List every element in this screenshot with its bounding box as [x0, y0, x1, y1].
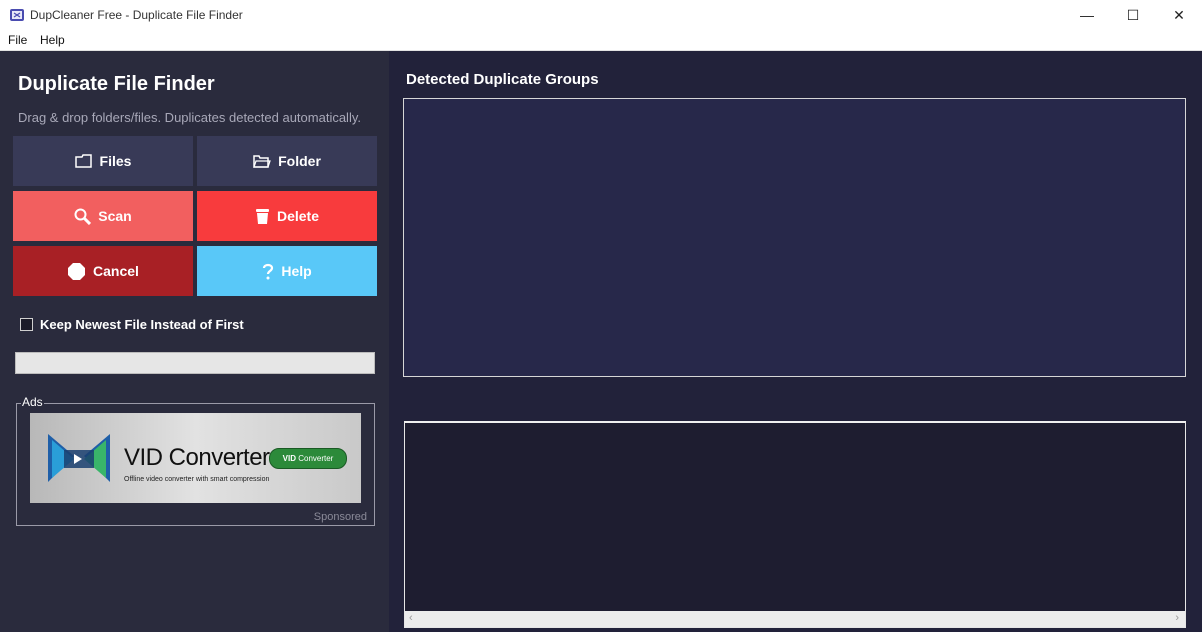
page-title: Duplicate File Finder	[18, 73, 215, 95]
ad-pill-text-a: VID	[282, 454, 296, 463]
duplicate-groups-list[interactable]	[403, 98, 1186, 377]
maximize-icon: ☐	[1126, 6, 1140, 23]
scroll-right-icon[interactable]: ›	[1175, 612, 1179, 624]
delete-button[interactable]: Delete	[197, 191, 377, 241]
title-bar: DupCleaner Free - Duplicate File Finder …	[0, 0, 1202, 30]
folder-icon	[74, 154, 93, 168]
right-panel: Detected Duplicate Groups ‹ ›	[389, 51, 1202, 632]
close-button[interactable]: ✕	[1156, 0, 1202, 30]
ads-label: Ads	[21, 395, 44, 409]
files-button[interactable]: Files	[13, 136, 193, 186]
app-icon	[9, 7, 25, 23]
magnifier-icon	[74, 208, 92, 225]
delete-button-label: Delete	[276, 208, 320, 224]
maximize-button[interactable]: ☐	[1110, 0, 1156, 30]
files-button-label: Files	[99, 153, 132, 169]
ad-pill-text-b: Converter	[298, 454, 334, 463]
left-panel: Duplicate File Finder Drag & drop folder…	[0, 51, 389, 632]
help-button[interactable]: Help	[197, 246, 377, 296]
ads-group: Ads VID Converter Offline video converte…	[16, 395, 375, 526]
ad-tagline: Offline video converter with smart compr…	[124, 476, 270, 483]
scan-button[interactable]: Scan	[13, 191, 193, 241]
help-button-label: Help	[281, 263, 312, 279]
ad-title: VID Converter	[124, 444, 270, 471]
scan-button-label: Scan	[98, 208, 132, 224]
folder-button-label: Folder	[278, 153, 321, 169]
menu-help[interactable]: Help	[40, 33, 65, 47]
keep-newest-label: Keep Newest File Instead of First	[40, 317, 244, 332]
folder-button[interactable]: Folder	[197, 136, 377, 186]
page-subtitle: Drag & drop folders/files. Duplicates de…	[18, 110, 361, 125]
ad-pill-button: VID Converter	[269, 448, 347, 469]
checkbox-box[interactable]	[20, 318, 33, 331]
cancel-button[interactable]: Cancel	[13, 246, 193, 296]
stop-icon	[67, 262, 86, 281]
window-title: DupCleaner Free - Duplicate File Finder	[30, 8, 243, 22]
cancel-button-label: Cancel	[93, 263, 139, 279]
menu-bar: File Help	[0, 30, 1202, 51]
question-icon	[262, 263, 274, 280]
minimize-button[interactable]: —	[1064, 0, 1110, 30]
trash-icon	[255, 208, 270, 225]
open-folder-icon	[253, 154, 271, 168]
progress-bar	[15, 352, 375, 374]
keep-newest-checkbox[interactable]: Keep Newest File Instead of First	[20, 317, 244, 332]
groups-title: Detected Duplicate Groups	[406, 71, 599, 88]
details-table[interactable]: ‹ ›	[404, 421, 1186, 628]
horizontal-scrollbar[interactable]: ‹ ›	[405, 611, 1185, 627]
minimize-icon: —	[1080, 7, 1094, 23]
menu-file[interactable]: File	[8, 33, 27, 47]
close-icon: ✕	[1173, 6, 1185, 23]
ad-banner[interactable]: VID Converter Offline video converter wi…	[30, 413, 361, 503]
scroll-left-icon[interactable]: ‹	[409, 612, 413, 624]
sponsored-label: Sponsored	[313, 511, 367, 523]
vid-converter-logo-icon	[48, 434, 110, 482]
